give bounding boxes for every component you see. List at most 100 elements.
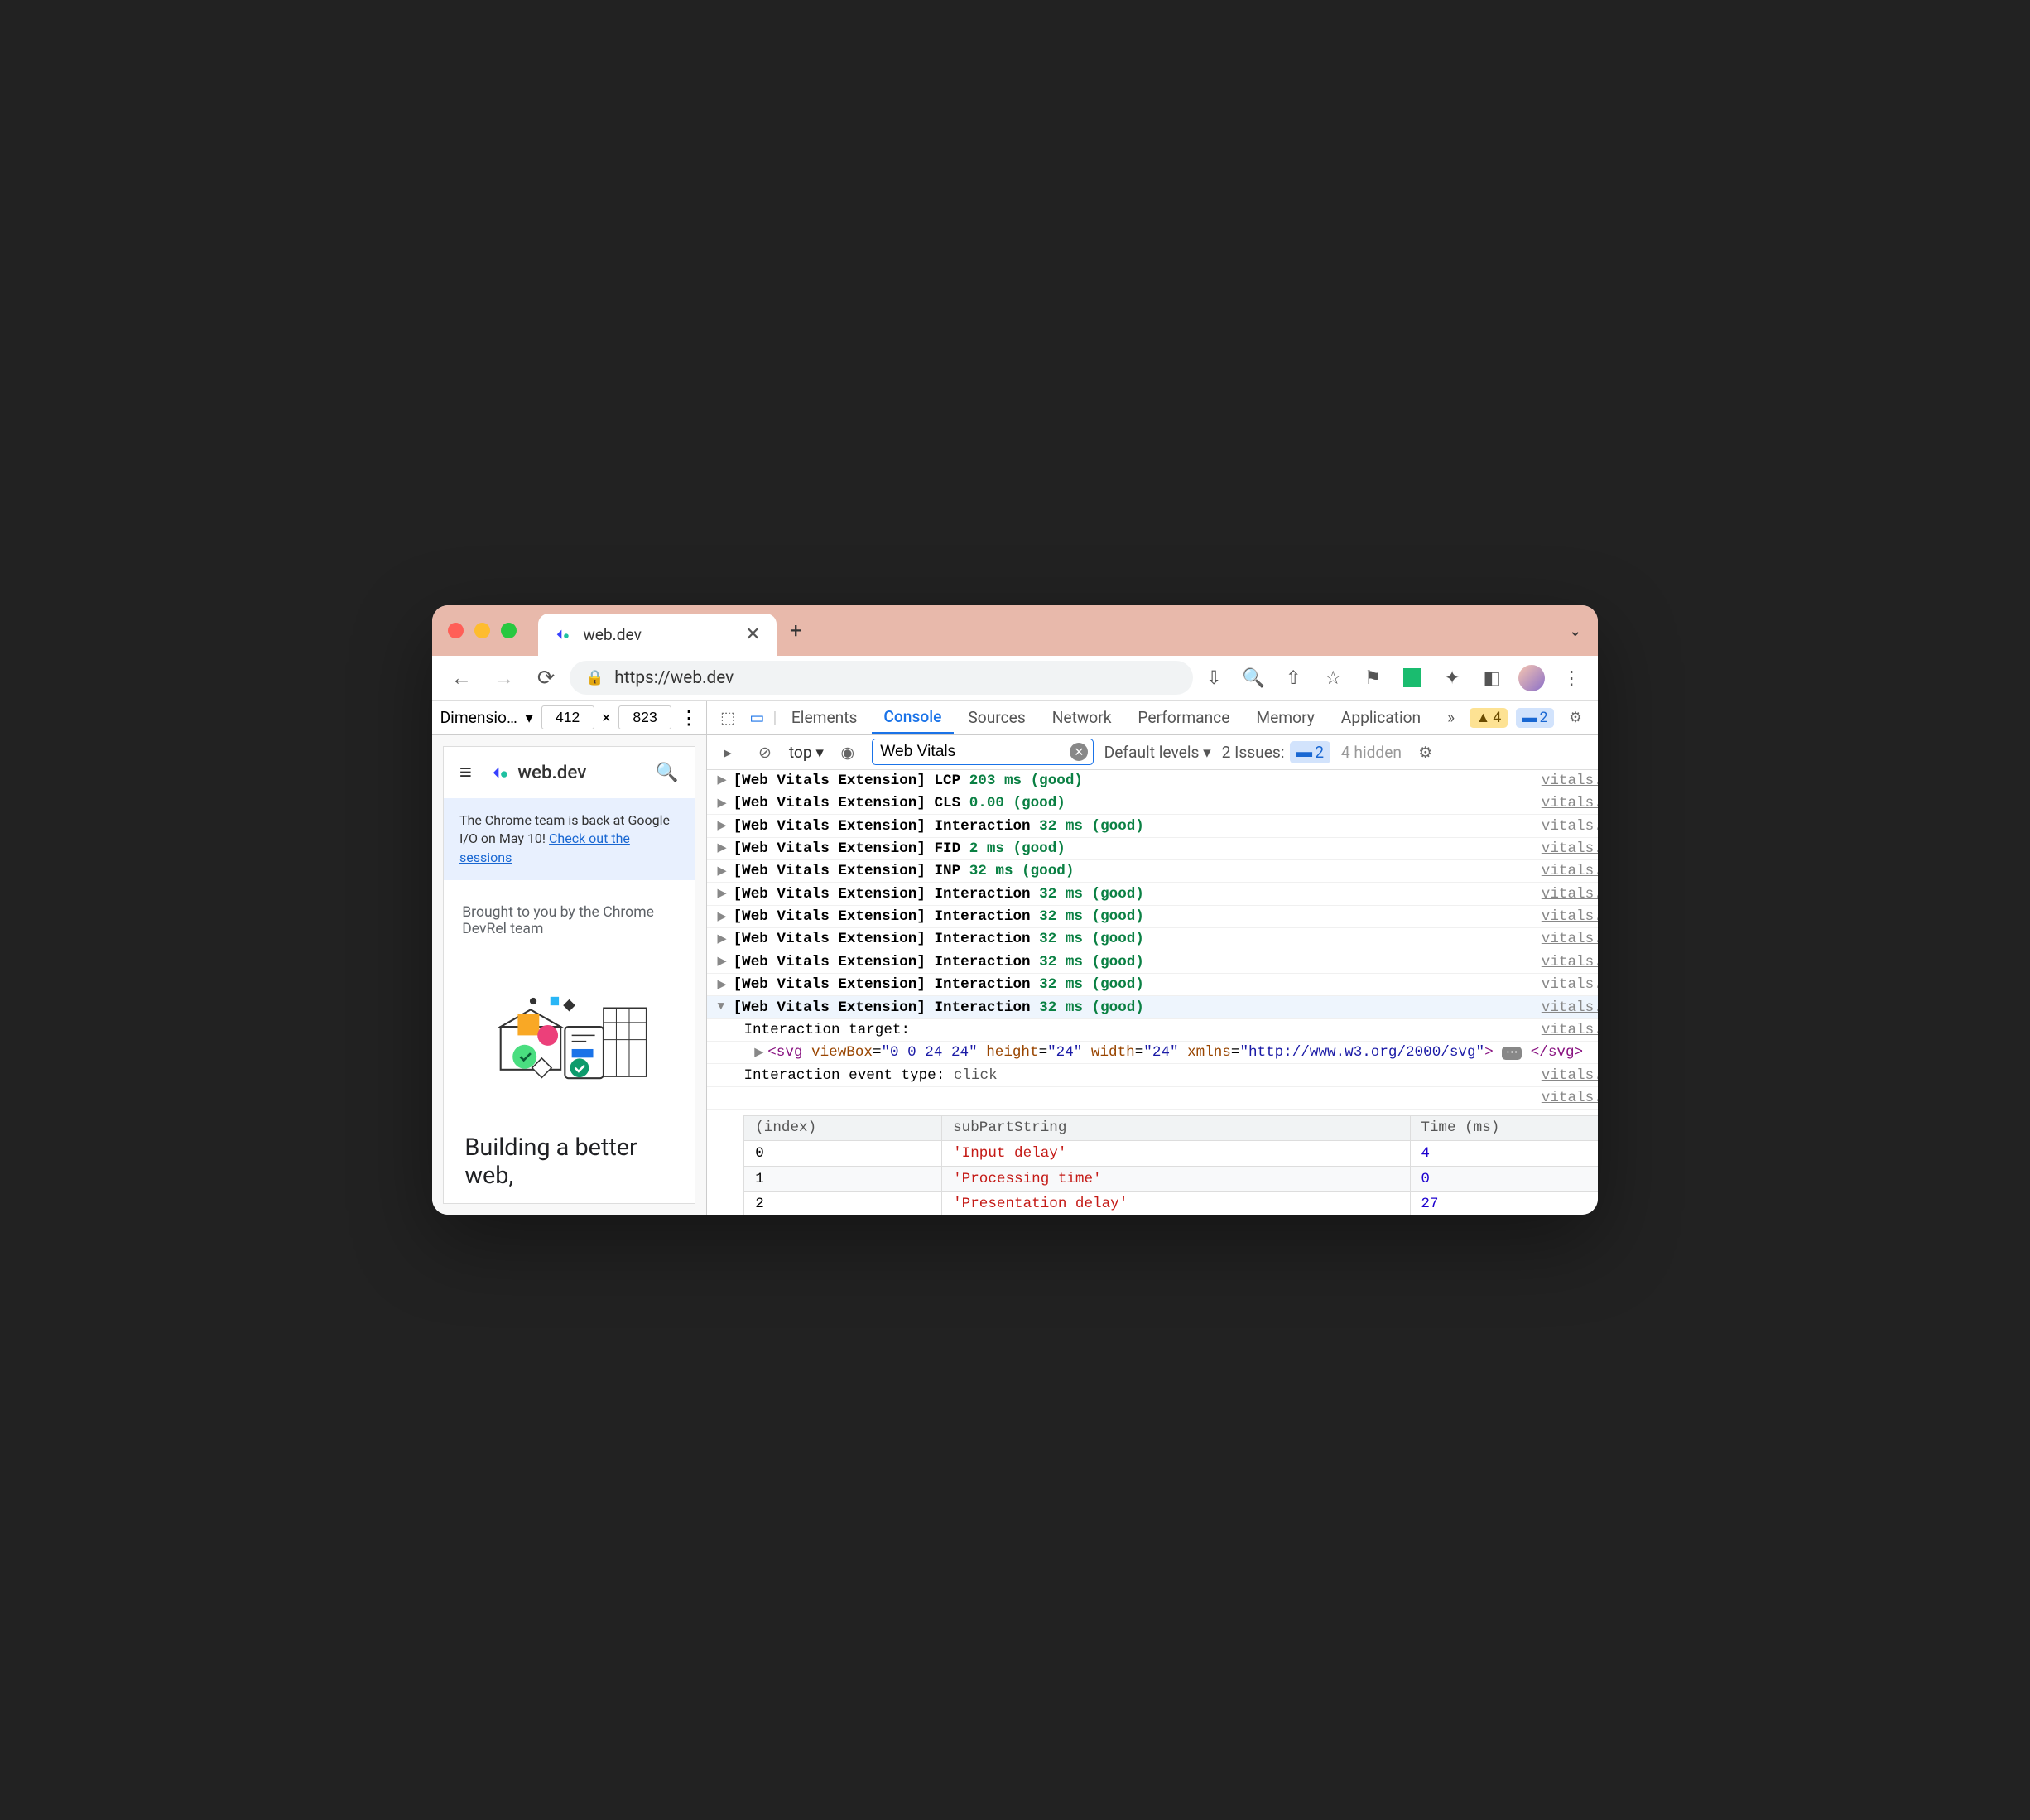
extensions-icon[interactable]: ✦ [1436,662,1468,693]
source-link[interactable]: vitals.js:235 [1542,863,1598,879]
expand-arrow-icon[interactable]: ▶ [717,954,733,970]
expand-arrow-icon[interactable]: ▶ [717,818,733,834]
tab-sources[interactable]: Sources [956,701,1037,734]
console-settings-icon[interactable]: ⚙ [1412,743,1439,762]
log-row[interactable]: ▶ [Web Vitals Extension] FID 2 ms (good)… [707,838,1598,860]
svg-element-row[interactable]: ▶ <svg viewBox="0 0 24 24" height="24" w… [707,1042,1598,1064]
live-expression-icon[interactable]: ◉ [835,743,861,762]
expand-arrow-icon[interactable]: ▶ [717,863,733,879]
back-button[interactable]: ← [443,659,480,696]
more-tabs-button[interactable]: » [1436,701,1467,734]
clear-console-icon[interactable]: ⊘ [752,743,778,762]
source-link[interactable]: vitals.js:235 [1542,999,1598,1016]
tab-title: web.dev [583,625,642,644]
collapse-arrow-icon[interactable]: ▼ [717,999,733,1014]
zoom-icon[interactable]: 🔍 [1238,662,1269,693]
table-source-row: vitals.js:287 [707,1087,1598,1110]
expand-arrow-icon[interactable]: ▶ [717,773,733,788]
tab-memory[interactable]: Memory [1244,701,1326,734]
log-row[interactable]: ▶ [Web Vitals Extension] Interaction 32 … [707,815,1598,837]
expand-arrow-icon[interactable]: ▶ [717,886,733,902]
main-area: Dimensio… ▾ × ⋮ ≡ web.dev 🔍 [432,701,1598,1215]
interaction-breakdown-table: (index) subPartString Time (ms) 0'Input … [743,1115,1598,1216]
source-link[interactable]: vitals.js:235 [1542,976,1598,993]
bookmark-icon[interactable]: ☆ [1317,662,1349,693]
announcement-banner: The Chrome team is back at Google I/O on… [444,798,695,880]
tab-elements[interactable]: Elements [779,701,868,734]
hamburger-icon[interactable]: ≡ [459,760,481,785]
log-row[interactable]: ▶ [Web Vitals Extension] INP 32 ms (good… [707,860,1598,883]
viewport-height-input[interactable] [618,705,671,729]
download-icon[interactable]: ⇩ [1198,662,1229,693]
sidepanel-icon[interactable]: ◧ [1476,662,1508,693]
browser-menu-icon[interactable]: ⋮ [1556,662,1587,693]
addressbar[interactable]: 🔒 https://web.dev [570,661,1192,696]
extension-webvitals-icon[interactable] [1397,662,1428,693]
expand-arrow-icon[interactable]: ▶ [717,795,733,811]
viewport-menu-icon[interactable]: ⋮ [680,707,698,729]
source-link[interactable]: vitals.js:287 [1542,1090,1598,1106]
issues-link[interactable]: 2 Issues: ▬ 2 [1222,741,1330,763]
source-link[interactable]: vitals.js:280 [1542,1067,1598,1084]
new-tab-button[interactable]: + [790,619,802,643]
source-link[interactable]: vitals.js:235 [1542,773,1598,789]
profile-avatar[interactable] [1516,662,1547,693]
close-window-button[interactable] [448,623,464,638]
log-row-expanded[interactable]: ▼ [Web Vitals Extension] Interaction 32 … [707,996,1598,1018]
dropdown-icon[interactable]: ▾ [525,708,533,727]
expand-arrow-icon[interactable]: ▶ [717,976,733,992]
share-icon[interactable]: ⇧ [1277,662,1309,693]
search-icon[interactable]: 🔍 [656,762,679,783]
source-link[interactable]: vitals.js:277 [1542,1022,1598,1038]
window-dropdown-icon[interactable]: ⌄ [1569,621,1582,640]
device-toggle-icon[interactable]: ▭ [743,708,770,727]
log-row[interactable]: ▶ [Web Vitals Extension] Interaction 32 … [707,951,1598,974]
tab-console[interactable]: Console [872,701,954,734]
log-row[interactable]: ▶ [Web Vitals Extension] Interaction 32 … [707,883,1598,905]
warnings-badge[interactable]: ▲ 4 [1470,708,1508,728]
maximize-window-button[interactable] [501,623,517,638]
close-tab-button[interactable]: ✕ [745,624,761,645]
log-row[interactable]: ▶ [Web Vitals Extension] Interaction 32 … [707,974,1598,996]
forward-button[interactable]: → [485,659,522,696]
inspect-icon[interactable]: ⬚ [714,708,741,727]
source-link[interactable]: vitals.js:235 [1542,840,1598,857]
tab-application[interactable]: Application [1329,701,1432,734]
console-filter-input[interactable] [872,739,1094,765]
context-selector[interactable]: top ▾ [789,743,824,762]
messages-badge[interactable]: ▬ 2 [1516,708,1555,728]
source-link[interactable]: vitals.js:235 [1542,931,1598,947]
log-row[interactable]: ▶ [Web Vitals Extension] Interaction 32 … [707,928,1598,951]
source-link[interactable]: vitals.js:235 [1542,954,1598,970]
viewport-toolbar: Dimensio… ▾ × ⋮ [432,701,706,735]
devtools-panel: ⬚ ▭ | Elements Console Sources Network P… [707,701,1598,1215]
browser-tab[interactable]: web.dev ✕ [538,614,777,656]
log-row[interactable]: ▶ [Web Vitals Extension] CLS 0.00 (good)… [707,792,1598,815]
log-row[interactable]: ▶ [Web Vitals Extension] Interaction 32 … [707,906,1598,928]
expand-arrow-icon[interactable]: ▶ [717,840,733,856]
tab-performance[interactable]: Performance [1126,701,1242,734]
source-link[interactable]: vitals.js:235 [1542,886,1598,903]
source-link[interactable]: vitals.js:235 [1542,795,1598,811]
reload-button[interactable]: ⟳ [527,659,565,696]
source-link[interactable]: vitals.js:235 [1542,908,1598,925]
lock-icon: 🔒 [586,670,604,686]
table-header: subPartString [942,1115,1410,1141]
tab-network[interactable]: Network [1040,701,1123,734]
log-levels-selector[interactable]: Default levels ▾ [1104,743,1211,762]
log-row[interactable]: ▶ [Web Vitals Extension] LCP 203 ms (goo… [707,770,1598,792]
console-sidebar-icon[interactable]: ▸ [714,743,741,762]
page-header: ≡ web.dev 🔍 [444,747,695,798]
viewport-width-input[interactable] [541,705,594,729]
expand-arrow-icon[interactable]: ▶ [717,908,733,924]
devtools-menu-icon[interactable]: ⋮ [1597,710,1598,726]
devtools-settings-icon[interactable]: ⚙ [1562,710,1589,726]
expand-arrow-icon[interactable]: ▶ [717,931,733,946]
flag-icon[interactable]: ⚑ [1357,662,1388,693]
minimize-window-button[interactable] [474,623,490,638]
dimensions-label[interactable]: Dimensio… [440,708,517,727]
webdev-logo[interactable]: web.dev [491,762,586,783]
source-link[interactable]: vitals.js:235 [1542,818,1598,835]
console-body[interactable]: ▶ [Web Vitals Extension] LCP 203 ms (goo… [707,770,1598,1216]
site-name: web.dev [517,762,586,783]
